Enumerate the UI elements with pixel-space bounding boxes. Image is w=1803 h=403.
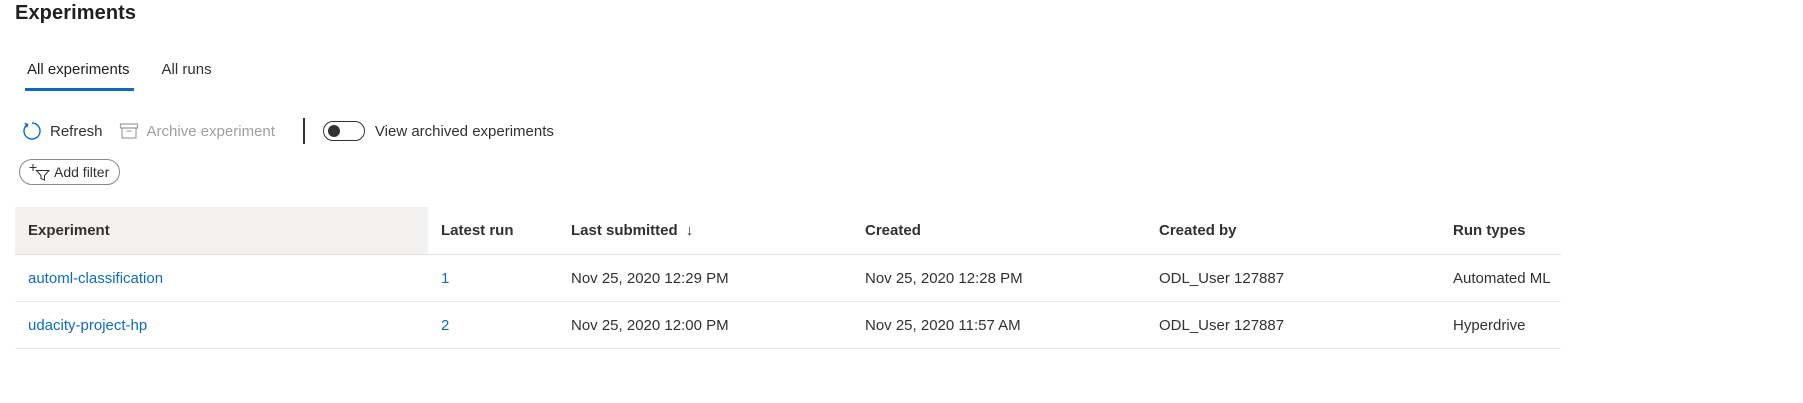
run-types-cell: Automated ML	[1453, 269, 1551, 287]
table-row[interactable]: automl-classification 1 Nov 25, 2020 12:…	[15, 255, 1561, 302]
view-archived-label: View archived experiments	[374, 122, 554, 140]
table-row[interactable]: udacity-project-hp 2 Nov 25, 2020 12:00 …	[15, 302, 1561, 349]
column-header-latest-run[interactable]: Latest run	[428, 207, 558, 254]
created-by-cell: ODL_User 127887	[1159, 269, 1285, 287]
last-submitted-cell: Nov 25, 2020 12:29 PM	[571, 269, 729, 287]
view-archived-toggle[interactable]: View archived experiments	[322, 121, 554, 141]
table-header-row: Experiment Latest run Last submitted ↓ C…	[15, 207, 1561, 255]
column-header-last-submitted[interactable]: Last submitted ↓	[558, 207, 852, 254]
refresh-icon	[22, 121, 42, 141]
column-header-label: Created by	[1159, 222, 1237, 239]
column-header-run-types[interactable]: Run types	[1440, 207, 1561, 254]
tab-all-runs[interactable]: All runs	[160, 60, 214, 91]
experiments-page: Experiments All experiments All runs Ref…	[0, 0, 1803, 403]
sort-descending-icon: ↓	[685, 222, 694, 239]
add-filter-label: Add filter	[54, 164, 110, 180]
column-header-created[interactable]: Created	[852, 207, 1146, 254]
tab-all-experiments[interactable]: All experiments	[25, 60, 134, 91]
created-cell: Nov 25, 2020 12:28 PM	[865, 269, 1023, 287]
page-title: Experiments	[15, 2, 137, 24]
experiment-cell: automl-classification	[15, 255, 428, 301]
column-header-experiment[interactable]: Experiment	[15, 207, 428, 254]
column-header-label: Latest run	[441, 222, 514, 239]
column-header-created-by[interactable]: Created by	[1146, 207, 1440, 254]
archive-experiment-button[interactable]: Archive experiment	[119, 121, 275, 141]
toolbar-divider	[302, 118, 305, 144]
experiments-table: Experiment Latest run Last submitted ↓ C…	[15, 207, 1561, 349]
tab-bar: All experiments All runs	[25, 60, 242, 92]
add-filter-icon	[28, 162, 54, 182]
column-header-label: Last submitted	[571, 222, 678, 239]
last-submitted-cell: Nov 25, 2020 12:00 PM	[571, 316, 729, 334]
toggle-track[interactable]	[322, 121, 365, 141]
created-by-cell: ODL_User 127887	[1159, 316, 1285, 334]
run-types-cell: Hyperdrive	[1453, 316, 1526, 334]
column-header-label: Created	[865, 222, 921, 239]
toolbar: Refresh Archive experiment View archived…	[22, 116, 554, 146]
experiment-link[interactable]: automl-classification	[28, 270, 163, 287]
latest-run-link[interactable]: 2	[441, 317, 449, 334]
archive-icon	[119, 121, 139, 141]
experiment-link[interactable]: udacity-project-hp	[28, 317, 147, 334]
created-cell: Nov 25, 2020 11:57 AM	[865, 316, 1021, 334]
latest-run-link[interactable]: 1	[441, 270, 449, 287]
experiment-cell: udacity-project-hp	[15, 302, 428, 348]
latest-run-cell: 2	[428, 302, 558, 348]
column-header-label: Run types	[1453, 222, 1526, 239]
refresh-button[interactable]: Refresh	[22, 121, 103, 141]
column-header-label: Experiment	[28, 222, 110, 239]
toggle-thumb	[327, 125, 340, 137]
add-filter-button[interactable]: Add filter	[19, 159, 121, 185]
refresh-label: Refresh	[50, 122, 103, 140]
latest-run-cell: 1	[428, 255, 558, 301]
archive-experiment-label: Archive experiment	[146, 122, 275, 140]
